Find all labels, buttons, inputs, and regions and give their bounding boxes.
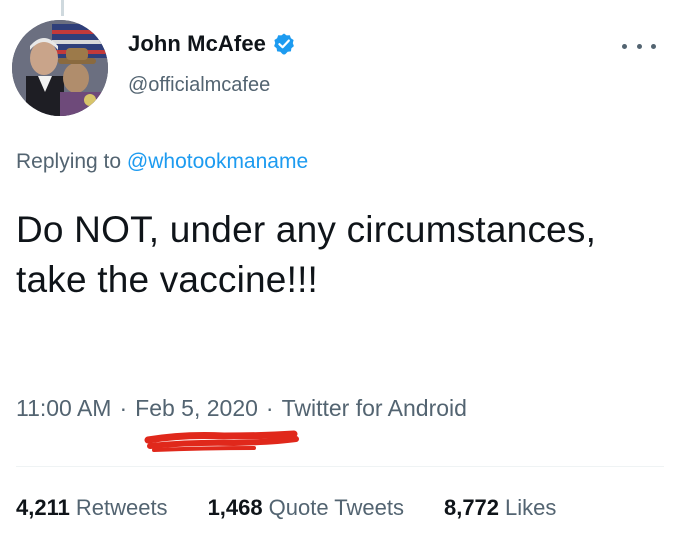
likes-label: Likes: [505, 495, 557, 520]
dot: [622, 43, 627, 49]
separator: ·: [119, 395, 128, 421]
tweet-text: Do NOT, under any circumstances, take th…: [16, 209, 597, 300]
dot: [636, 43, 642, 49]
red-underline-annotation: [144, 430, 299, 452]
quote-tweets-stat[interactable]: 1,468 Quote Tweets: [208, 494, 404, 522]
reply-mention-link[interactable]: @whotookmaname: [127, 150, 308, 173]
quote-tweets-count: 1,468: [207, 495, 263, 520]
retweets-count: 4,211: [16, 495, 70, 520]
replying-to-line: Replying to @whotookmaname: [16, 148, 308, 176]
tweet-source[interactable]: Twitter for Android: [282, 395, 467, 421]
tweet-time[interactable]: 11:00 AM: [16, 395, 111, 421]
divider: [16, 466, 664, 467]
display-name[interactable]: John McAfee: [128, 30, 266, 58]
retweets-stat[interactable]: 4,211 Retweets: [16, 494, 168, 522]
thread-connector-line: [61, 0, 64, 16]
replying-prefix: Replying to: [16, 150, 122, 173]
avatar[interactable]: [12, 20, 108, 116]
verified-badge-icon: [272, 32, 296, 56]
author-handle[interactable]: @officialmcafee: [128, 72, 270, 98]
retweets-label: Retweets: [75, 495, 168, 520]
tweet-card: John McAfee @officialmcafee Replying to …: [0, 0, 680, 548]
quote-tweets-label: Quote Tweets: [268, 495, 404, 520]
separator: ·: [265, 395, 274, 421]
author-name-row[interactable]: John McAfee: [128, 30, 296, 58]
tweet-date[interactable]: Feb 5, 2020: [135, 395, 258, 421]
engagement-stats: 4,211 Retweets 1,468 Quote Tweets 8,772 Lik…: [16, 494, 556, 522]
tweet-metadata: 11:00 AM · Feb 5, 2020 · Twitter for Android: [16, 393, 467, 423]
likes-stat[interactable]: 8,772 Likes: [444, 494, 556, 522]
dot: [651, 43, 656, 49]
more-options-icon[interactable]: [622, 36, 656, 56]
avatar-image: [12, 20, 108, 116]
likes-count: 8,772: [443, 495, 500, 520]
